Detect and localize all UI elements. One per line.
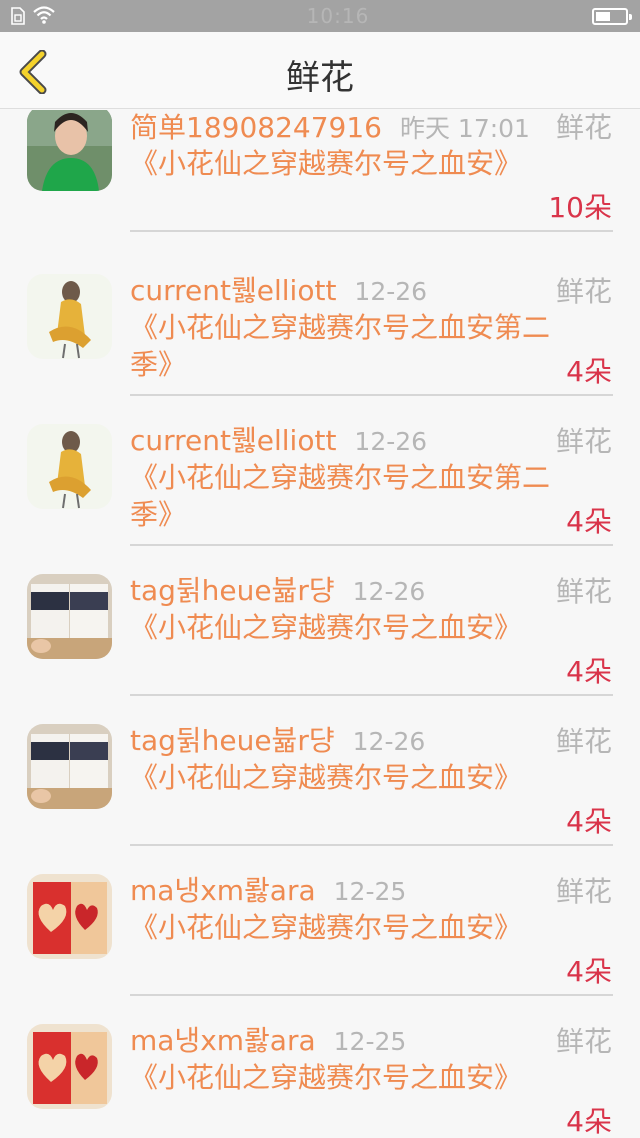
book-title[interactable]: 《小花仙之穿越赛尔号之血安》 [130,909,550,946]
sender-name[interactable]: tag뒭heue뷻r댱 [130,719,335,759]
divider [130,394,613,396]
divider [130,994,613,996]
gift-type: 鲜花 [555,425,612,458]
name-line: tag뒭heue뷻r댱 12-26 [130,719,425,759]
sender-name[interactable]: 简单18908247916 [130,110,382,146]
avatar[interactable] [27,1024,112,1109]
nav-bar: 鲜花 [0,32,640,109]
gift-count: 4朵 [566,805,612,838]
status-time: 10:16 [306,4,370,28]
book-title[interactable]: 《小花仙之穿越赛尔号之血安》 [130,609,550,646]
page-title: 鲜花 [286,58,354,98]
send-time: 12-25 [333,877,407,906]
gift-count: 10朵 [548,191,612,224]
send-time: 昨天 17:01 [399,114,530,143]
gift-type: 鲜花 [555,575,612,608]
name-line: current뤯elliott 12-26 [130,269,427,309]
battery-icon [592,8,632,25]
avatar[interactable] [27,874,112,959]
avatar[interactable] [27,274,112,359]
list-item[interactable]: ma냉xm뢇ara 12-25 鲜花 《小花仙之穿越赛尔号之血安》 4朵 [0,1006,640,1138]
list-item[interactable]: ma냉xm뢇ara 12-25 鲜花 《小花仙之穿越赛尔号之血安》 4朵 [0,856,640,1006]
gift-type: 鲜花 [555,725,612,758]
sender-name[interactable]: ma냉xm뢇ara [130,1019,316,1059]
name-line: ma냉xm뢇ara 12-25 [130,869,406,909]
book-title[interactable]: 《小花仙之穿越赛尔号之血安第二季》 [130,459,550,533]
avatar[interactable] [27,574,112,659]
avatar[interactable] [27,110,112,191]
book-title[interactable]: 《小花仙之穿越赛尔号之血安》 [130,145,550,182]
sender-name[interactable]: current뤯elliott [130,269,336,309]
book-title[interactable]: 《小花仙之穿越赛尔号之血安第二季》 [130,309,550,383]
avatar[interactable] [27,424,112,509]
sender-name[interactable]: tag뒭heue뷻r댱 [130,569,335,609]
gift-type: 鲜花 [555,111,612,144]
gift-list: 简单18908247916 昨天 17:01 鲜花 《小花仙之穿越赛尔号之血安》… [0,110,640,1138]
list-item[interactable]: 简单18908247916 昨天 17:01 鲜花 《小花仙之穿越赛尔号之血安》… [0,110,640,256]
list-item[interactable]: tag뒭heue뷻r댱 12-26 鲜花 《小花仙之穿越赛尔号之血安》 4朵 [0,706,640,856]
send-time: 12-26 [354,277,428,306]
send-time: 12-26 [354,427,428,456]
status-bar: 10:16 [0,0,640,32]
gift-type: 鲜花 [555,275,612,308]
book-title[interactable]: 《小花仙之穿越赛尔号之血安》 [130,759,550,796]
name-line: current뤯elliott 12-26 [130,419,427,459]
book-title[interactable]: 《小花仙之穿越赛尔号之血安》 [130,1059,550,1096]
send-time: 12-25 [333,1027,407,1056]
divider [130,844,613,846]
list-item[interactable]: current뤯elliott 12-26 鲜花 《小花仙之穿越赛尔号之血安第二… [0,406,640,556]
sender-name[interactable]: current뤯elliott [130,419,336,459]
send-time: 12-26 [352,577,426,606]
gift-count: 4朵 [566,955,612,988]
divider [130,694,613,696]
name-line: ma냉xm뢇ara 12-25 [130,1019,406,1059]
divider [130,544,613,546]
divider [130,230,613,232]
gift-type: 鲜花 [555,1025,612,1058]
list-item[interactable]: current뤯elliott 12-26 鲜花 《小花仙之穿越赛尔号之血安第二… [0,256,640,406]
avatar[interactable] [27,724,112,809]
gift-count: 4朵 [566,505,612,538]
send-time: 12-26 [352,727,426,756]
gift-count: 4朵 [566,655,612,688]
name-line: tag뒭heue뷻r댱 12-26 [130,569,425,609]
gift-count: 4朵 [566,355,612,388]
gift-type: 鲜花 [555,875,612,908]
sender-name[interactable]: ma냉xm뢇ara [130,869,316,909]
list-item[interactable]: tag뒭heue뷻r댱 12-26 鲜花 《小花仙之穿越赛尔号之血安》 4朵 [0,556,640,706]
name-line: 简单18908247916 昨天 17:01 [130,110,530,146]
gift-count: 4朵 [566,1105,612,1138]
